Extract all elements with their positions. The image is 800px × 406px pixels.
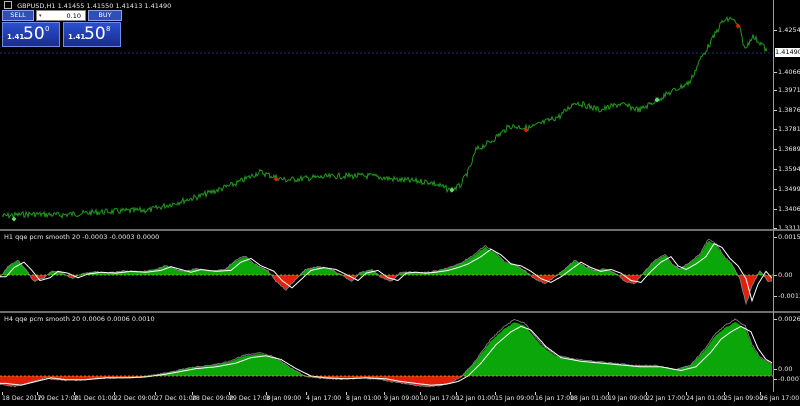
indicator-h4-title: H4 qqe pcm smooth 20 0.0006 0.0006 0.001… xyxy=(4,315,155,323)
time-axis-label: 22 Jan 17:00 xyxy=(646,392,685,402)
symbol-label: GBPUSD,H1 xyxy=(17,2,56,10)
time-axis-label: 25 Jan 09:00 xyxy=(724,392,763,402)
signal-marker xyxy=(11,216,17,222)
scale-separator xyxy=(773,0,774,392)
price-scale[interactable]: 1.42540 1.40665 1.39710 1.38765 1.37815 … xyxy=(774,0,800,232)
indicator-h1-title: H1 qqe pcm smooth 20 -0.0003 -0.0003 0.0… xyxy=(4,233,160,241)
price-tick: 1.36890 xyxy=(774,145,800,153)
indicator-pane-h1[interactable] xyxy=(0,231,773,311)
time-axis-label: 10 Jan 17:00 xyxy=(420,392,459,402)
indicator-tick: 0.00 xyxy=(774,365,800,373)
buy-price-prefix: 1.41 xyxy=(68,33,86,41)
indicator-tick: 0.00 xyxy=(774,271,800,279)
time-axis[interactable]: 18 Dec 2017 19 Dec 17:00 21 Dec 01:00 22 De… xyxy=(0,392,800,406)
time-axis-label: 27 Dec 01:00 xyxy=(155,392,197,402)
lot-size-value: 0.10 xyxy=(66,12,81,20)
sell-price-big: 50 xyxy=(23,24,45,44)
time-axis-label: 3 Jan 09:00 xyxy=(266,392,301,402)
indicator-tick: 0.0015 xyxy=(774,233,800,241)
time-axis-label: 8 Jan 01:00 xyxy=(346,392,381,402)
time-axis-label: 19 Jan 09:00 xyxy=(608,392,647,402)
indicator-h4-positive-area xyxy=(0,321,772,376)
price-tick: 1.37815 xyxy=(774,125,800,133)
indicator-h1-positive-area xyxy=(0,241,772,275)
ohlc-values: 1.41455 1.41550 1.41413 1.41490 xyxy=(57,2,172,10)
time-axis-label: 19 Dec 17:00 xyxy=(37,392,79,402)
time-axis-label: 9 Jan 09:00 xyxy=(384,392,419,402)
indicator-h4-scale[interactable]: 0.0026 0.00 -0.0007 xyxy=(774,313,800,392)
indicator-tick: 0.0026 xyxy=(774,315,800,323)
price-tick: 1.34065 xyxy=(774,205,800,213)
chart-window-icon xyxy=(4,1,12,9)
time-axis-label: 24 Jan 01:00 xyxy=(686,392,725,402)
chart-symbol-info: GBPUSD,H1 1.41455 1.41550 1.41413 1.4149… xyxy=(4,1,172,10)
lot-size-input[interactable]: ▾ 0.10 xyxy=(36,10,86,21)
time-axis-label: 21 Dec 01:00 xyxy=(74,392,116,402)
indicator-tick: -0.0013 xyxy=(774,292,800,300)
buy-price-button[interactable]: 1.41 50 8 xyxy=(63,22,121,47)
indicator-pane-h4[interactable] xyxy=(0,313,773,392)
time-axis-label: 22 Dec 09:00 xyxy=(114,392,156,402)
time-axis-label: 4 Jan 17:00 xyxy=(306,392,341,402)
price-series-line xyxy=(1,15,768,220)
sell-price-button[interactable]: 1.41 50 0 xyxy=(2,22,60,47)
sell-price-prefix: 1.41 xyxy=(7,33,25,41)
price-tick: 1.39710 xyxy=(774,86,800,94)
time-axis-label: 18 Dec 2017 xyxy=(2,392,42,402)
indicator-h4-svg[interactable] xyxy=(0,313,773,392)
time-axis-label: 16 Jan 17:00 xyxy=(535,392,574,402)
price-tick: 1.35940 xyxy=(774,165,800,173)
buy-price-sup: 8 xyxy=(106,25,111,33)
one-click-trading-panel: SELL ▾ 0.10 BUY 1.41 50 0 1.41 50 8 xyxy=(2,10,122,47)
buy-price-big: 50 xyxy=(84,24,106,44)
indicator-h1-scale[interactable]: 0.0015 0.00 -0.0013 xyxy=(774,231,800,311)
price-tick: 1.40665 xyxy=(774,68,800,76)
time-axis-label: 12 Jan 01:00 xyxy=(456,392,495,402)
price-tick: 1.38765 xyxy=(774,106,800,114)
time-axis-label: 29 Dec 17:00 xyxy=(229,392,271,402)
time-axis-label: 26 Jan 17:00 xyxy=(760,392,799,402)
buy-button[interactable]: BUY xyxy=(88,10,122,21)
price-tick: 1.42540 xyxy=(774,26,800,34)
time-axis-label: 28 Dec 09:00 xyxy=(192,392,234,402)
time-axis-label: 15 Jan 09:00 xyxy=(495,392,534,402)
sell-button[interactable]: SELL xyxy=(2,10,34,21)
lot-stepper-icon[interactable]: ▾ xyxy=(39,11,42,22)
time-axis-label: 18 Jan 01:00 xyxy=(570,392,609,402)
price-tick: 1.34990 xyxy=(774,185,800,193)
indicator-tick: -0.0007 xyxy=(774,375,800,383)
sell-price-sup: 0 xyxy=(45,25,50,33)
current-price-label: 1.41490 xyxy=(775,48,800,57)
indicator-h1-svg[interactable] xyxy=(0,231,773,311)
